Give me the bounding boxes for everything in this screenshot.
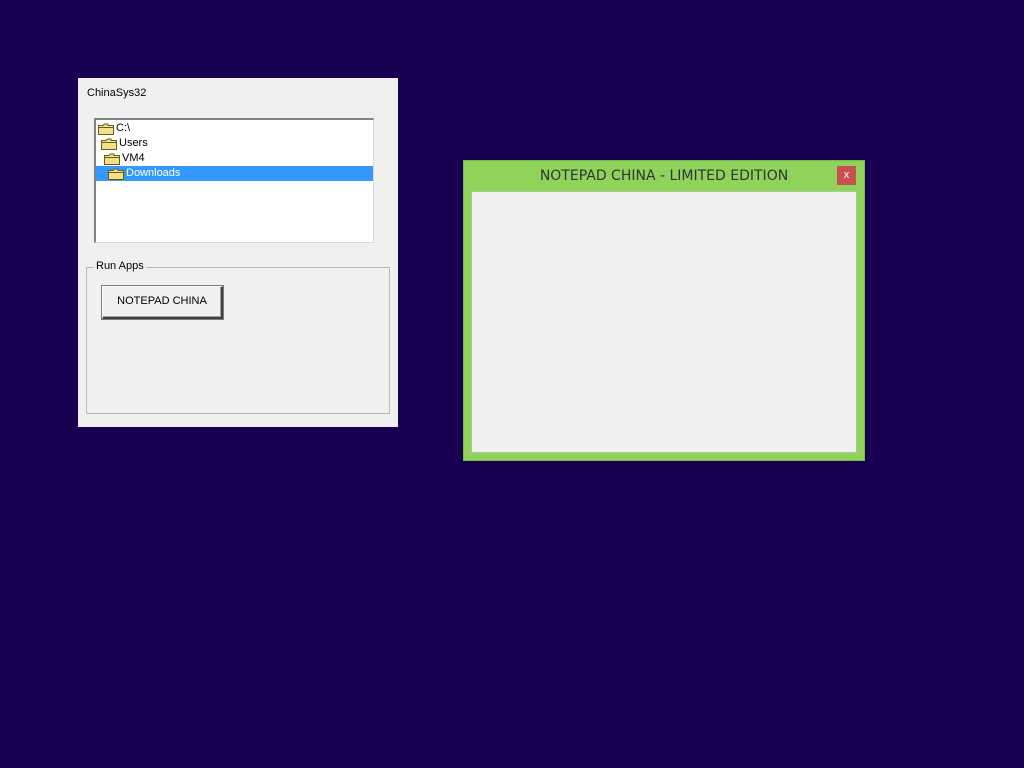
- folder-tree[interactable]: C:\ Users VM4 Downloads: [94, 118, 374, 243]
- tree-item-label: Downloads: [126, 167, 181, 179]
- window-title: NOTEPAD CHINA - LIMITED EDITION: [539, 168, 789, 184]
- tree-item-label: VM4: [122, 152, 145, 164]
- tree-item-label: Users: [119, 137, 148, 149]
- notepad-china-window: NOTEPAD CHINA - LIMITED EDITION x: [463, 160, 865, 461]
- tree-item-c-drive[interactable]: C:\: [98, 121, 131, 136]
- title-bar[interactable]: NOTEPAD CHINA - LIMITED EDITION x: [464, 161, 864, 191]
- text-area[interactable]: [471, 191, 857, 453]
- window-title: ChinaSys32: [87, 87, 147, 99]
- folder-icon: [98, 123, 114, 135]
- tree-item-label: C:\: [116, 122, 131, 134]
- folder-icon: [101, 138, 117, 150]
- chinasys32-window: ChinaSys32 C:\ Users VM4 Downloads Run A…: [78, 78, 398, 427]
- close-icon: x: [843, 169, 850, 181]
- tree-item-downloads[interactable]: Downloads: [96, 166, 373, 181]
- tree-item-users[interactable]: Users: [101, 136, 149, 151]
- run-apps-group: Run Apps NOTEPAD CHINA: [86, 260, 390, 414]
- folder-icon: [104, 153, 120, 165]
- group-label: Run Apps: [94, 260, 146, 272]
- folder-icon: [108, 168, 124, 180]
- notepad-china-button[interactable]: NOTEPAD CHINA: [102, 286, 223, 319]
- tree-item-vm4[interactable]: VM4: [104, 151, 146, 166]
- close-button[interactable]: x: [837, 166, 856, 185]
